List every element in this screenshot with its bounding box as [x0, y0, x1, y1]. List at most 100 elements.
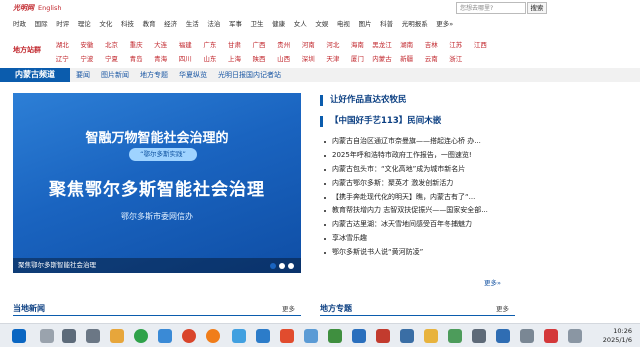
channel-link[interactable]: 地方专题 — [140, 68, 168, 82]
news-item[interactable]: 鄂尔多斯说书人说“黄河防凌” — [320, 246, 520, 260]
news-item[interactable]: 内蒙古鄂尔多斯：聚英才 激发创新活力 — [320, 177, 520, 191]
region-link[interactable]: 宁夏 — [99, 52, 124, 66]
top-nav-item[interactable]: 健康 — [272, 17, 285, 31]
region-link[interactable]: 江西 — [468, 38, 493, 52]
local-topics-more[interactable]: 更多 — [496, 303, 509, 313]
top-nav-item[interactable]: 教育 — [143, 17, 156, 31]
region-link[interactable]: 青岛 — [124, 52, 149, 66]
banner-caption[interactable]: 聚焦鄂尔多斯智能社会治理 — [18, 258, 96, 273]
app-icon-2[interactable] — [158, 329, 172, 343]
news-item[interactable]: 内蒙古包头市：“文化高地”成为城市新名片 — [320, 163, 520, 177]
region-link[interactable]: 大连 — [148, 38, 173, 52]
search-input[interactable]: 您想去哪里? — [456, 2, 526, 14]
region-link[interactable]: 海南 — [345, 38, 370, 52]
top-nav-item[interactable]: 科技 — [121, 17, 134, 31]
carousel-dot-1[interactable] — [270, 263, 276, 269]
search-button[interactable]: 搜索 — [527, 2, 547, 14]
news-item[interactable]: 内蒙古自治区通辽市奈曼旗——搭起连心桥 办... — [320, 135, 520, 149]
region-link[interactable]: 山西 — [271, 52, 296, 66]
top-nav-item[interactable]: 更多» — [436, 17, 453, 31]
region-link[interactable]: 江苏 — [444, 38, 469, 52]
tray-icons[interactable] — [568, 329, 582, 343]
top-nav-item[interactable]: 时政 — [13, 17, 26, 31]
top-nav-item[interactable]: 女人 — [294, 17, 307, 31]
app-icon-16[interactable] — [520, 329, 534, 343]
region-link[interactable]: 浙江 — [444, 52, 469, 66]
top-nav-item[interactable]: 理论 — [78, 17, 91, 31]
news-item[interactable]: 内蒙古达里湖：冰天雪地间感受百年冬捕魅力 — [320, 218, 520, 232]
region-link[interactable]: 吉林 — [419, 38, 444, 52]
region-link[interactable]: 内蒙古 — [370, 52, 395, 66]
channel-link[interactable]: 光明日报国内记者站 — [218, 68, 281, 82]
english-link[interactable]: English — [38, 4, 61, 12]
app-icon-5[interactable] — [256, 329, 270, 343]
news-headline[interactable]: 让好作品直达农牧民 — [320, 95, 407, 106]
app-icon-15[interactable] — [496, 329, 510, 343]
top-nav-item[interactable]: 经济 — [164, 17, 177, 31]
app-icon-6[interactable] — [280, 329, 294, 343]
region-link[interactable]: 四川 — [173, 52, 198, 66]
chrome-icon[interactable] — [134, 329, 148, 343]
region-link[interactable]: 广西 — [247, 38, 272, 52]
news-item[interactable]: 【携手奔赴现代化的明天】瞧，内蒙古有了“... — [320, 191, 520, 205]
app-icon-4[interactable] — [232, 329, 246, 343]
top-nav-item[interactable]: 军事 — [229, 17, 242, 31]
region-link[interactable]: 青海 — [148, 52, 173, 66]
site-logo[interactable]: 光明网 — [13, 3, 34, 13]
news-more-link[interactable]: 更多» — [484, 277, 501, 287]
local-news-more[interactable]: 更多 — [282, 303, 295, 313]
region-link[interactable]: 厦门 — [345, 52, 370, 66]
windows-start-icon[interactable] — [12, 329, 26, 343]
region-link[interactable]: 湖南 — [394, 38, 419, 52]
region-link[interactable]: 天津 — [321, 52, 346, 66]
region-link[interactable]: 河南 — [296, 38, 321, 52]
app-icon-13[interactable] — [448, 329, 462, 343]
top-nav-item[interactable]: 文娱 — [315, 17, 328, 31]
region-link[interactable]: 黑龙江 — [370, 38, 395, 52]
app-icon-9[interactable] — [352, 329, 366, 343]
region-link[interactable]: 新疆 — [394, 52, 419, 66]
region-link[interactable]: 深圳 — [296, 52, 321, 66]
top-nav-item[interactable]: 光明报系 — [402, 17, 428, 31]
top-nav-item[interactable]: 法治 — [207, 17, 220, 31]
app-icon-11[interactable] — [400, 329, 414, 343]
carousel-dot-3[interactable] — [288, 263, 294, 269]
task-view-icon[interactable] — [62, 329, 76, 343]
region-link[interactable]: 云南 — [419, 52, 444, 66]
channel-link[interactable]: 华夏纵览 — [179, 68, 207, 82]
app-icon-3[interactable] — [182, 329, 196, 343]
news-item[interactable]: 教育帮扶增内力 志智双扶促振兴——国家安全部... — [320, 204, 520, 218]
region-link[interactable]: 河北 — [321, 38, 346, 52]
top-nav-item[interactable]: 图片 — [359, 17, 372, 31]
news-feature[interactable]: 【中国好手艺113】民间木嵌 — [320, 116, 441, 127]
region-link[interactable]: 重庆 — [124, 38, 149, 52]
region-link[interactable]: 辽宁 — [50, 52, 75, 66]
channel-link[interactable]: 要闻 — [76, 68, 90, 82]
app-icon-14[interactable] — [472, 329, 486, 343]
app-icon-12[interactable] — [424, 329, 438, 343]
top-nav-item[interactable]: 电视 — [337, 17, 350, 31]
news-item[interactable]: 2025年呼和浩特市政府工作报告，一图速览! — [320, 149, 520, 163]
region-link[interactable]: 安徽 — [75, 38, 100, 52]
region-link[interactable]: 北京 — [99, 38, 124, 52]
channel-link[interactable]: 图片新闻 — [101, 68, 129, 82]
region-link[interactable]: 宁波 — [75, 52, 100, 66]
top-nav-item[interactable]: 文化 — [99, 17, 112, 31]
app-icon-1[interactable] — [86, 329, 100, 343]
region-link[interactable]: 山东 — [198, 52, 223, 66]
top-nav-item[interactable]: 时评 — [56, 17, 69, 31]
app-icon-17[interactable] — [544, 329, 558, 343]
file-explorer-icon[interactable] — [110, 329, 124, 343]
app-icon-8[interactable] — [328, 329, 342, 343]
region-link[interactable]: 甘肃 — [222, 38, 247, 52]
taskbar-clock[interactable]: 10:26 2025/1/6 — [603, 327, 632, 345]
news-item[interactable]: 享冰雪乐趣 — [320, 232, 520, 246]
top-nav-item[interactable]: 国际 — [35, 17, 48, 31]
top-nav-item[interactable]: 科普 — [380, 17, 393, 31]
hero-banner[interactable]: 智融万物智能社会治理的 “鄂尔多斯实践” 聚焦鄂尔多斯智能社会治理 鄂尔多斯市委… — [13, 93, 301, 273]
carousel-dot-2[interactable] — [279, 263, 285, 269]
region-link[interactable]: 贵州 — [271, 38, 296, 52]
top-nav-item[interactable]: 卫生 — [251, 17, 264, 31]
firefox-icon[interactable] — [206, 329, 220, 343]
region-link[interactable]: 湖北 — [50, 38, 75, 52]
